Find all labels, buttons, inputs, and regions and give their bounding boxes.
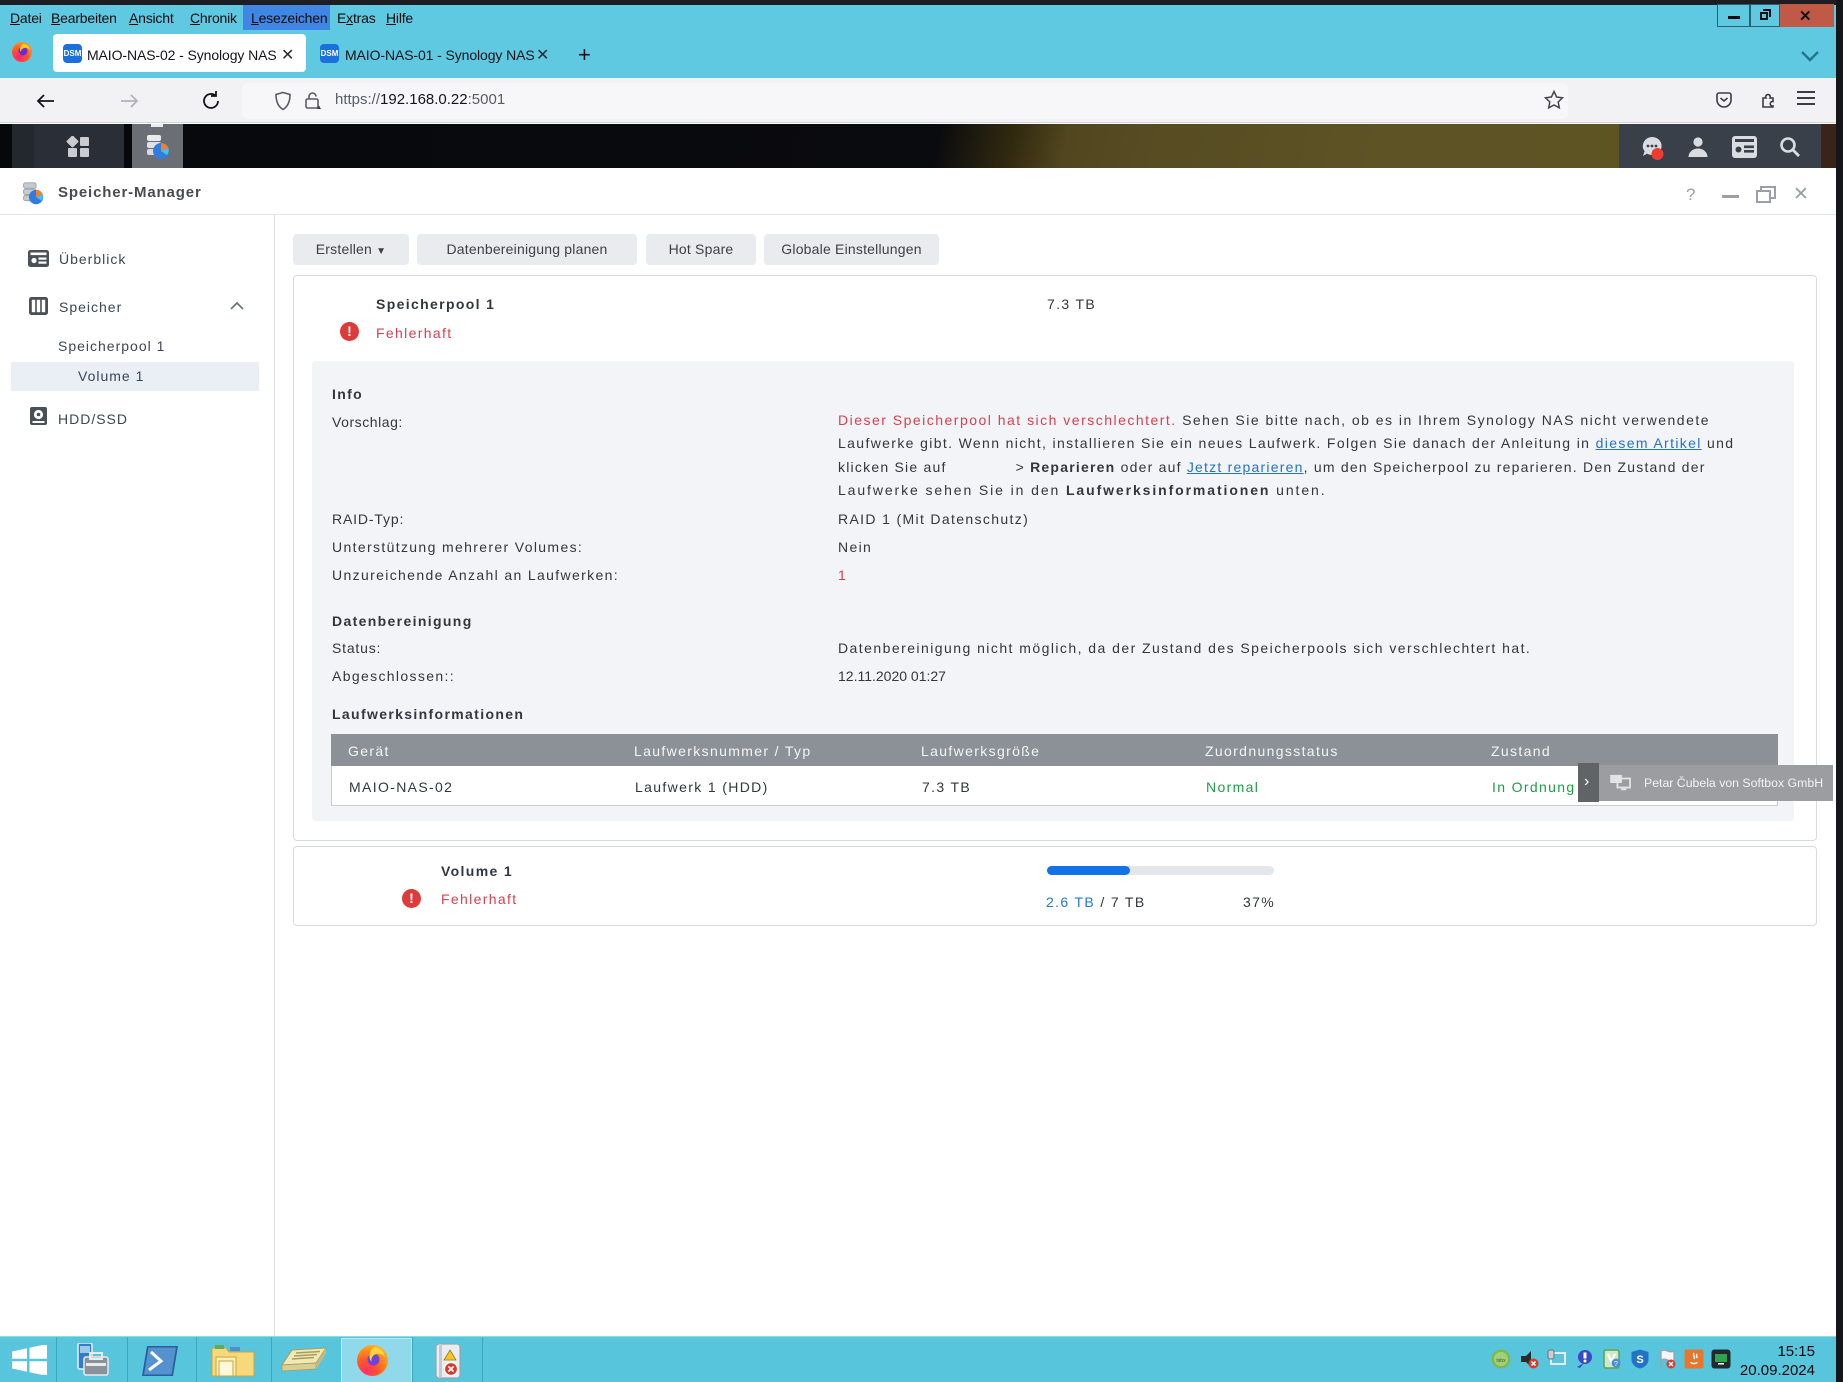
svg-text:tsbx: tsbx: [1496, 1358, 1506, 1364]
svg-text:?: ?: [1614, 1361, 1618, 1368]
svg-text:S: S: [1636, 1354, 1643, 1366]
